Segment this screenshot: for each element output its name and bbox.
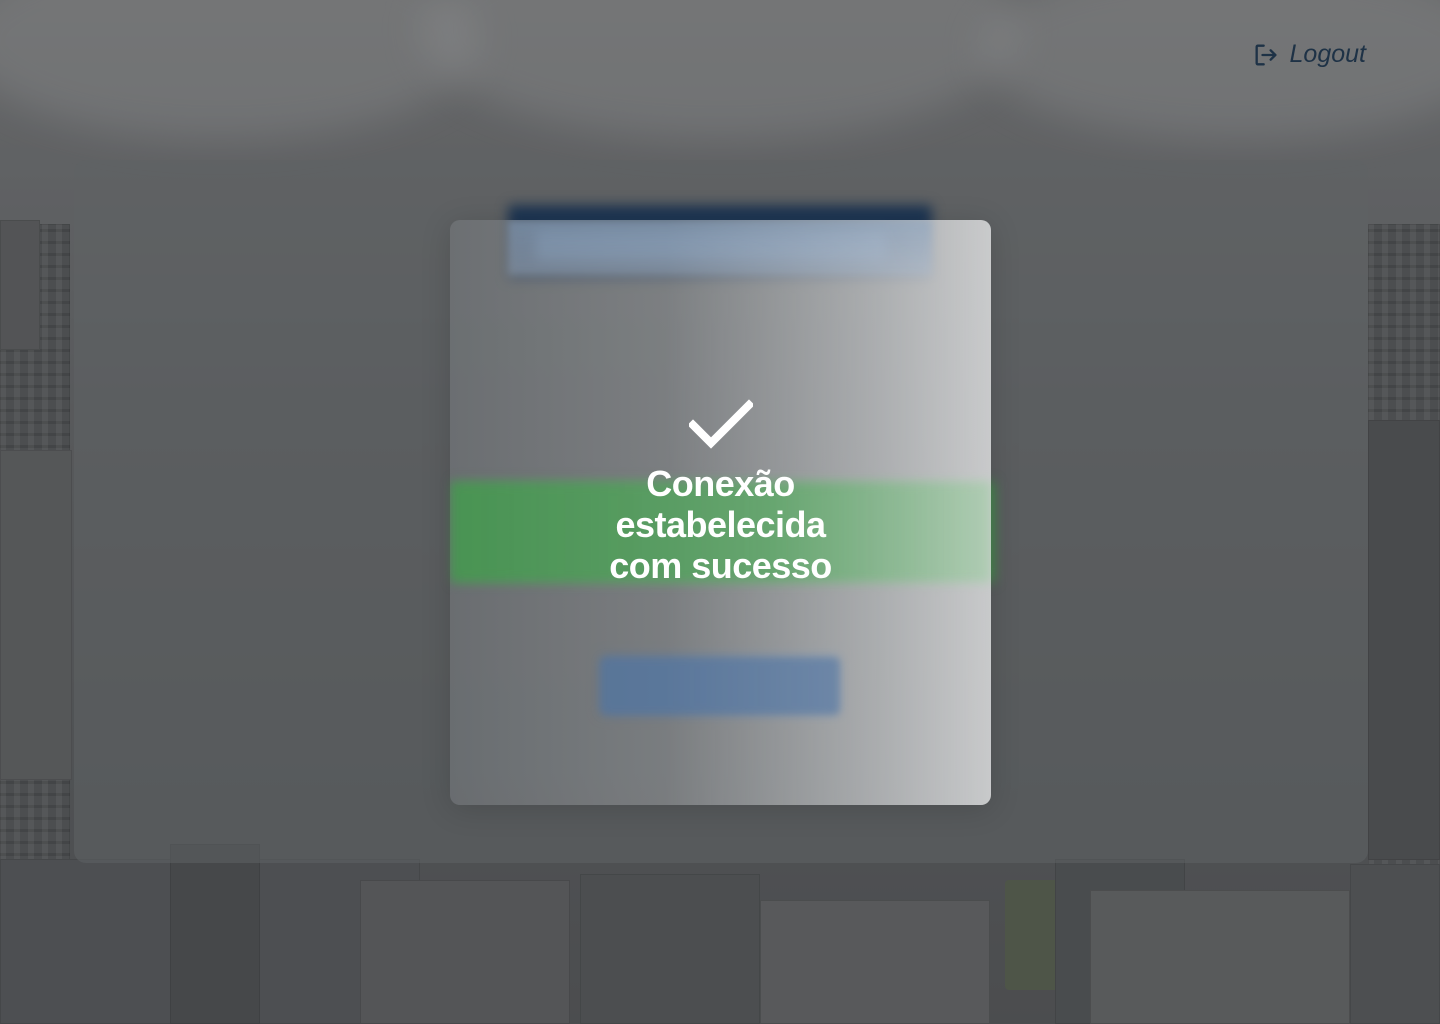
- modal-content: Conexão estabelecida com sucesso: [450, 220, 991, 805]
- check-icon: [688, 399, 753, 449]
- success-modal: Conexão estabelecida com sucesso: [450, 220, 991, 805]
- logout-icon: [1252, 41, 1280, 69]
- success-message: Conexão estabelecida com sucesso: [609, 463, 832, 586]
- logout-label: Logout: [1289, 40, 1366, 68]
- page: Logout Conexão estabelecida com sucesso: [0, 0, 1440, 1024]
- logout-button[interactable]: Logout: [1252, 40, 1366, 69]
